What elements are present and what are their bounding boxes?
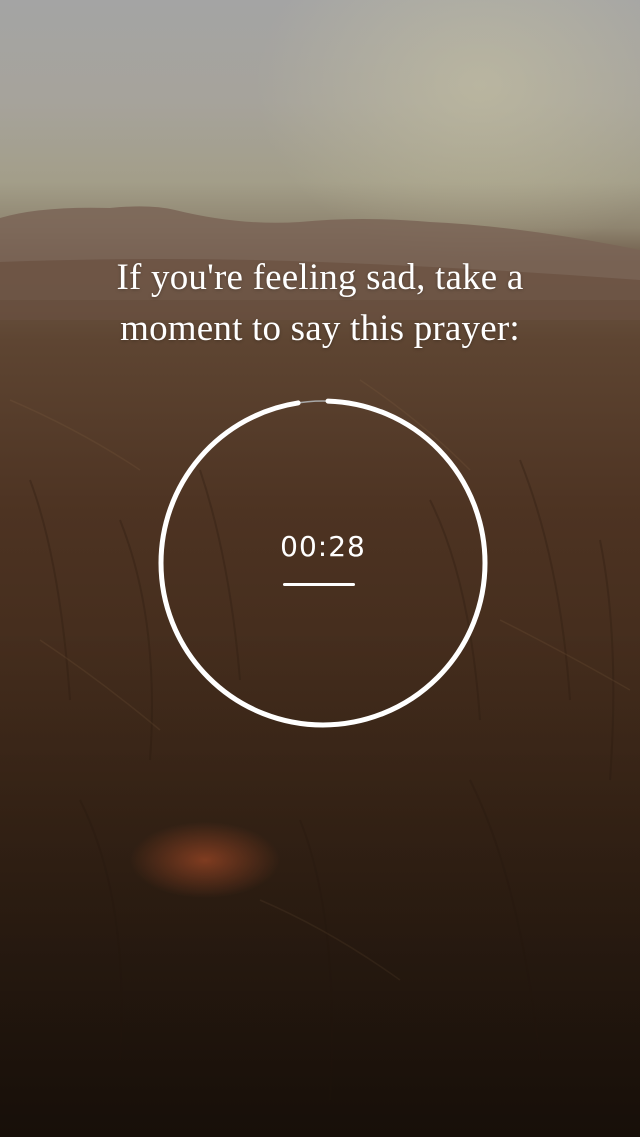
prayer-prompt-line-2: moment to say this prayer: (120, 308, 520, 349)
timer-underline (283, 583, 355, 586)
timer-ring (158, 398, 488, 728)
prayer-prompt-line-1: If you're feeling sad, take a (116, 257, 524, 298)
timer-time-display: 00:28 (280, 530, 366, 563)
timer-progress-arc (158, 398, 488, 728)
prayer-timer-screen: If you're feeling sad, take a moment to … (0, 0, 640, 1137)
countdown-timer[interactable]: 00:28 (157, 397, 489, 729)
prayer-prompt-heading: If you're feeling sad, take a moment to … (40, 252, 600, 354)
